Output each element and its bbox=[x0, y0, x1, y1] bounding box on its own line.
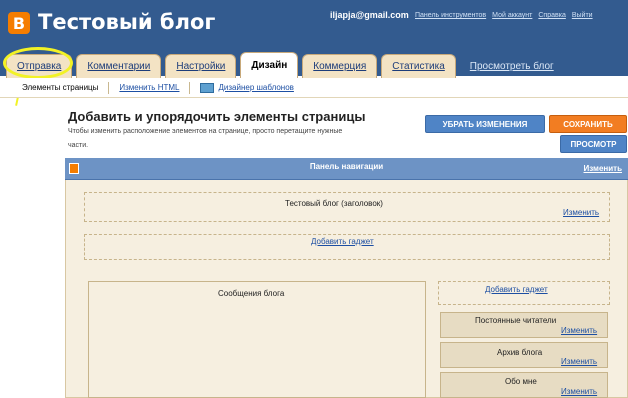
revert-changes-button[interactable]: УБРАТЬ ИЗМЕНЕНИЯ bbox=[425, 115, 545, 133]
followers-widget[interactable]: Постоянные читатели Изменить bbox=[440, 312, 608, 338]
main-tabs: Отправка Комментарии Настройки Дизайн Ко… bbox=[6, 52, 564, 78]
page-description: Чтобы изменить расположение элементов на… bbox=[68, 128, 343, 149]
preview-button[interactable]: ПРОСМОТР bbox=[560, 135, 627, 153]
followers-edit-link[interactable]: Изменить bbox=[561, 326, 597, 335]
blog-posts-widget[interactable]: Сообщения блога bbox=[88, 281, 426, 398]
add-gadget-area-top: Добавить гаджет bbox=[84, 234, 610, 260]
navbar-edit-link[interactable]: Изменить bbox=[584, 164, 622, 173]
view-blog-link[interactable]: Просмотреть блог bbox=[460, 54, 564, 78]
archive-widget[interactable]: Архив блога Изменить bbox=[440, 342, 608, 368]
header-widget-title: Тестовый блог (заголовок) bbox=[285, 199, 383, 208]
blog-posts-title: Сообщения блога bbox=[218, 289, 285, 298]
highlight-circle bbox=[3, 47, 73, 79]
tab-settings[interactable]: Настройки bbox=[165, 54, 237, 78]
about-me-title: Обо мне bbox=[505, 377, 537, 386]
blogger-layout-page: B Тестовый блог iljapja@gmail.com Панель… bbox=[0, 0, 628, 398]
tab-stats[interactable]: Статистика bbox=[381, 54, 456, 78]
add-gadget-area-sidebar: Добавить гаджет bbox=[438, 281, 610, 305]
followers-title: Постоянные читатели bbox=[475, 316, 557, 325]
archive-title: Архив блога bbox=[497, 348, 543, 357]
sign-out-link[interactable]: Выйти bbox=[572, 12, 593, 19]
subtab-template-designer[interactable]: Дизайнер шаблонов bbox=[200, 82, 294, 93]
about-me-widget[interactable]: Обо мне Изменить bbox=[440, 372, 608, 398]
template-designer-icon bbox=[200, 82, 215, 93]
subtab-divider bbox=[189, 81, 191, 94]
navbar-widget[interactable]: Панель навигации Изменить bbox=[65, 158, 628, 180]
header-widget[interactable]: Тестовый блог (заголовок) Изменить bbox=[84, 192, 610, 222]
subtab-edit-html[interactable]: Изменить HTML bbox=[119, 83, 179, 92]
subtab-template-designer-label: Дизайнер шаблонов bbox=[218, 82, 294, 92]
blogger-logo-icon[interactable]: B bbox=[8, 12, 30, 34]
navbar-label: Панель навигации bbox=[309, 162, 384, 171]
dashboard-link[interactable]: Панель инструментов bbox=[415, 12, 486, 19]
help-link[interactable]: Справка bbox=[538, 12, 565, 19]
tab-design[interactable]: Дизайн bbox=[240, 52, 299, 78]
archive-edit-link[interactable]: Изменить bbox=[561, 357, 597, 366]
add-gadget-top-link[interactable]: Добавить гаджет bbox=[311, 237, 374, 246]
save-button[interactable]: СОХРАНИТЬ bbox=[549, 115, 627, 133]
add-gadget-sidebar-link[interactable]: Добавить гаджет bbox=[485, 285, 548, 294]
tab-comments[interactable]: Комментарии bbox=[76, 54, 162, 78]
subtab-page-elements[interactable]: Элементы страницы bbox=[22, 83, 98, 92]
tab-monetize[interactable]: Коммерция bbox=[302, 54, 378, 78]
blog-title: Тестовый блог bbox=[38, 10, 216, 34]
top-links: Панель инструментов Мой аккаунт Справка … bbox=[415, 12, 593, 19]
subtab-divider bbox=[108, 81, 110, 94]
design-subtabs: Элементы страницы Изменить HTML Дизайнер… bbox=[0, 78, 628, 98]
page-heading: Добавить и упорядочить элементы страницы bbox=[68, 109, 366, 124]
user-email: iljapja@gmail.com bbox=[330, 10, 409, 20]
about-me-edit-link[interactable]: Изменить bbox=[561, 387, 597, 396]
top-header: B Тестовый блог iljapja@gmail.com Панель… bbox=[0, 0, 628, 48]
my-account-link[interactable]: Мой аккаунт bbox=[492, 12, 532, 19]
header-widget-edit-link[interactable]: Изменить bbox=[563, 208, 599, 217]
